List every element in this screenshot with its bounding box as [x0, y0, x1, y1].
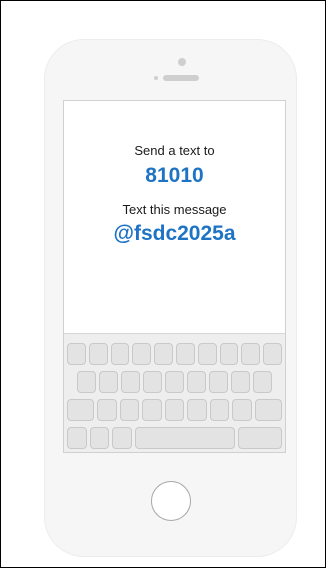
camera-dot-icon	[178, 58, 186, 66]
text-instructions: Send a text to 81010 Text this message @…	[64, 143, 285, 246]
keyboard-illustration	[64, 333, 285, 452]
keyboard-key	[187, 399, 207, 421]
keyboard-key	[99, 371, 118, 393]
keyboard-key	[154, 343, 173, 365]
message-label: Text this message	[122, 202, 227, 217]
keyboard-key	[238, 427, 282, 449]
keyboard-key	[187, 371, 206, 393]
sensor-dot-icon	[154, 76, 158, 80]
keyboard-key	[119, 399, 140, 421]
keyboard-key	[143, 371, 162, 393]
keyboard-key	[121, 371, 140, 393]
phone-screen: Send a text to 81010 Text this message @…	[63, 100, 286, 453]
keyboard-key	[255, 399, 282, 421]
keyboard-key	[134, 427, 235, 449]
keyboard-key	[165, 371, 184, 393]
keyboard-key	[67, 399, 94, 421]
keyboard-key	[232, 399, 252, 421]
keyboard-key	[67, 427, 87, 449]
keyboard-key	[197, 343, 217, 365]
keyboard-key	[253, 371, 272, 393]
keyboard-key	[112, 427, 132, 449]
keyboard-key	[219, 343, 239, 365]
keyboard-key	[97, 399, 117, 421]
image-frame: Send a text to 81010 Text this message @…	[0, 0, 326, 568]
send-label: Send a text to	[134, 143, 215, 158]
keyboard-key	[209, 371, 228, 393]
keyboard-key	[142, 399, 162, 421]
keyboard-key	[67, 343, 86, 365]
keyboard-key	[77, 371, 96, 393]
short-code-number: 81010	[145, 164, 204, 187]
keyboard-key	[209, 399, 230, 421]
keyboard-key	[132, 343, 152, 365]
keyboard-key	[88, 343, 108, 365]
keyboard-key	[176, 343, 195, 365]
keyboard-key	[89, 427, 109, 449]
keyboard-key	[164, 399, 185, 421]
phone-illustration: Send a text to 81010 Text this message @…	[44, 39, 297, 557]
keyboard-key	[241, 343, 261, 365]
message-code: @fsdc2025a	[113, 222, 236, 245]
keyboard-key	[231, 371, 250, 393]
keyboard-key	[263, 343, 282, 365]
home-button-icon	[151, 481, 191, 521]
speaker-icon	[163, 75, 199, 81]
keyboard-key	[110, 343, 130, 365]
